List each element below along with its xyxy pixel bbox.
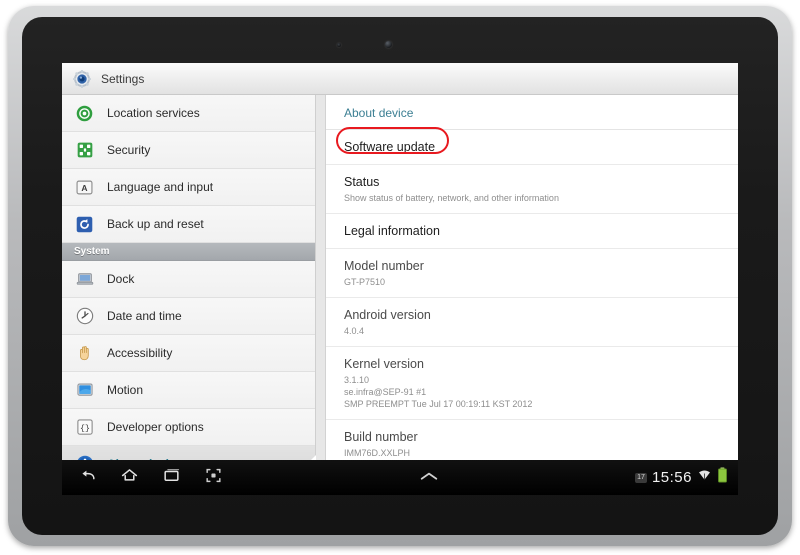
sidebar-item-label: Security bbox=[107, 143, 151, 157]
clock-icon bbox=[74, 306, 95, 327]
front-camera-icon bbox=[385, 41, 392, 48]
content-row-android-version: Android version 4.0.4 bbox=[326, 298, 738, 347]
status-clock: 15:56 bbox=[651, 469, 692, 486]
sidebar-item-label: Motion bbox=[107, 383, 144, 397]
sidebar-item-label: Accessibility bbox=[107, 346, 173, 360]
svg-text:{}: {} bbox=[80, 423, 90, 433]
row-title: Kernel version bbox=[344, 357, 424, 371]
sidebar-item-back-up-and-reset[interactable]: Back up and reset bbox=[62, 206, 315, 243]
content-row-kernel-version: Kernel version 3.1.10 se.infra@SEP-91 #1… bbox=[326, 347, 738, 420]
screenshot-root: Settings Location services Security A La… bbox=[0, 0, 800, 555]
row-subtitle: Show status of battery, network, and oth… bbox=[344, 193, 559, 203]
content-row-model-number: Model number GT-P7510 bbox=[326, 249, 738, 298]
backup-reset-icon bbox=[74, 214, 95, 235]
location-target-icon bbox=[74, 103, 95, 124]
security-grid-icon bbox=[74, 140, 95, 161]
settings-body: Location services Security A Language an… bbox=[62, 95, 738, 492]
android-navigation-bar: 17 15:56 bbox=[62, 460, 738, 495]
sidebar-item-label: Date and time bbox=[107, 309, 182, 323]
app-title-bar: Settings bbox=[62, 63, 738, 95]
status-area[interactable]: 17 15:56 bbox=[635, 467, 738, 488]
row-subtitle: 4.0.4 bbox=[344, 326, 365, 336]
row-title: Build number bbox=[344, 430, 418, 444]
settings-sidebar: Location services Security A Language an… bbox=[62, 95, 316, 492]
sidebar-item-accessibility[interactable]: Accessibility bbox=[62, 335, 315, 372]
chevron-up-icon[interactable] bbox=[418, 469, 440, 487]
screenshot-capture-icon[interactable] bbox=[204, 466, 223, 490]
sidebar-section-header-system: System bbox=[62, 243, 315, 261]
sidebar-item-date-and-time[interactable]: Date and time bbox=[62, 298, 315, 335]
sidebar-item-label: Language and input bbox=[107, 180, 214, 194]
recent-apps-icon[interactable] bbox=[162, 466, 181, 490]
battery-full-icon bbox=[717, 467, 728, 488]
sidebar-item-dock[interactable]: Dock bbox=[62, 261, 315, 298]
motion-screen-icon bbox=[74, 380, 95, 401]
back-arrow-icon[interactable] bbox=[78, 466, 97, 490]
sidebar-section-label: System bbox=[74, 246, 110, 257]
svg-text:A: A bbox=[81, 183, 87, 193]
nav-expand-area[interactable] bbox=[223, 469, 635, 487]
sidebar-item-location-services[interactable]: Location services bbox=[62, 95, 315, 132]
row-title: Android version bbox=[344, 308, 431, 322]
settings-gear-icon bbox=[71, 68, 92, 89]
content-row-status[interactable]: Status Show status of battery, network, … bbox=[326, 165, 738, 214]
row-subtitle: GT-P7510 bbox=[344, 277, 386, 287]
panel-title: About device bbox=[326, 95, 738, 130]
sidebar-item-label: Dock bbox=[107, 272, 135, 286]
wifi-icon bbox=[697, 468, 712, 487]
sidebar-item-developer-options[interactable]: {} Developer options bbox=[62, 409, 315, 446]
sidebar-item-label: Back up and reset bbox=[107, 217, 204, 231]
row-title: Legal information bbox=[344, 224, 440, 238]
dock-laptop-icon bbox=[74, 269, 95, 290]
row-title: Status bbox=[344, 175, 380, 189]
sidebar-item-language-and-input[interactable]: A Language and input bbox=[62, 169, 315, 206]
android-screen: Settings Location services Security A La… bbox=[62, 63, 738, 495]
content-row-software-update[interactable]: Software update bbox=[326, 130, 738, 165]
home-icon[interactable] bbox=[120, 466, 139, 490]
row-subtitle: 3.1.10 se.infra@SEP-91 #1 SMP PREEMPT Tu… bbox=[344, 375, 533, 409]
language-a-icon: A bbox=[74, 177, 95, 198]
panel-gutter bbox=[316, 95, 326, 461]
sidebar-item-security[interactable]: Security bbox=[62, 132, 315, 169]
nav-buttons-group bbox=[62, 466, 223, 490]
sidebar-item-label: Location services bbox=[107, 106, 200, 120]
sidebar-item-motion[interactable]: Motion bbox=[62, 372, 315, 409]
row-title: Model number bbox=[344, 259, 424, 273]
row-subtitle: IMM76D.XXLPH bbox=[344, 448, 411, 458]
content-row-legal-information[interactable]: Legal information bbox=[326, 214, 738, 249]
app-title-label: Settings bbox=[101, 71, 145, 86]
sidebar-item-label: Developer options bbox=[107, 420, 204, 434]
status-badge: 17 bbox=[635, 472, 647, 483]
about-device-panel: About device Software update Status Show… bbox=[326, 95, 738, 469]
braces-icon: {} bbox=[74, 417, 95, 438]
row-title: Software update bbox=[344, 140, 436, 154]
sensor-dot-icon bbox=[337, 43, 341, 47]
hand-icon bbox=[74, 343, 95, 364]
